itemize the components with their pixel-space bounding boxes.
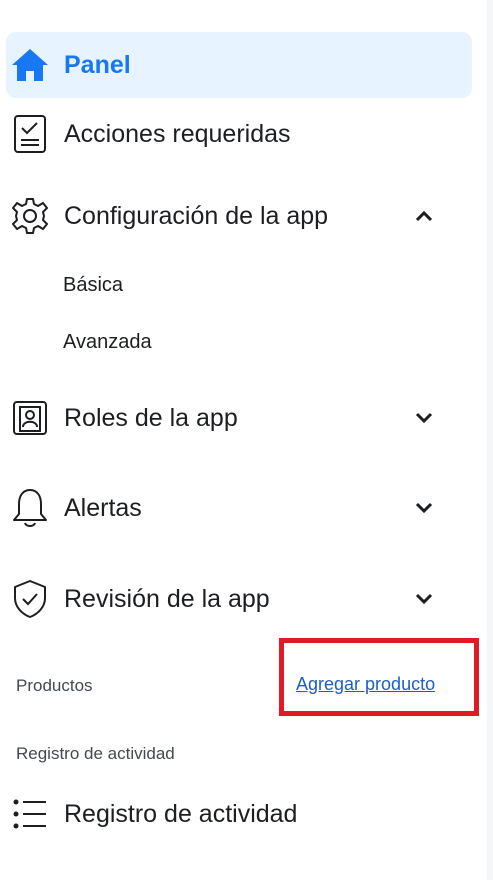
- bell-icon: [8, 486, 52, 530]
- chevron-down-icon[interactable]: [414, 498, 434, 518]
- chevron-down-icon[interactable]: [414, 408, 434, 428]
- sidebar-item-label: Registro de actividad: [64, 799, 298, 828]
- sidebar-item-label: Alertas: [64, 493, 142, 522]
- gear-icon: [8, 194, 52, 238]
- sidebar-item-app-settings[interactable]: Configuración de la app: [6, 186, 472, 246]
- sidebar-subitem-basic[interactable]: Básica: [63, 274, 123, 297]
- id-badge-icon: [8, 396, 52, 440]
- sidebar-item-label: Revisión de la app: [64, 584, 270, 613]
- sidebar-nav: Panel Acciones requeridas Configuración …: [0, 0, 493, 880]
- chevron-up-icon[interactable]: [414, 206, 434, 226]
- sidebar-item-alerts[interactable]: Alertas: [6, 478, 472, 538]
- list-icon: [8, 792, 52, 836]
- products-section-heading: Productos: [16, 676, 93, 695]
- sidebar-item-label: Acciones requeridas: [64, 119, 291, 148]
- sidebar-item-label: Roles de la app: [64, 403, 238, 432]
- checklist-icon: [8, 112, 52, 156]
- sidebar-item-dashboard[interactable]: Panel: [6, 32, 472, 98]
- sidebar-item-activity-log[interactable]: Registro de actividad: [6, 784, 472, 844]
- sidebar-subitem-advanced[interactable]: Avanzada: [63, 331, 152, 354]
- activity-section-heading: Registro de actividad: [16, 744, 175, 763]
- sidebar-item-app-review[interactable]: Revisión de la app: [6, 569, 472, 629]
- chevron-down-icon[interactable]: [414, 589, 434, 609]
- sidebar-item-label: Panel: [64, 50, 131, 79]
- sidebar-item-required-actions[interactable]: Acciones requeridas: [6, 104, 472, 164]
- home-icon: [8, 43, 52, 87]
- highlight-box: [279, 638, 479, 716]
- shield-check-icon: [8, 577, 52, 621]
- sidebar-item-label: Configuración de la app: [64, 201, 329, 230]
- sidebar-item-app-roles[interactable]: Roles de la app: [6, 388, 472, 448]
